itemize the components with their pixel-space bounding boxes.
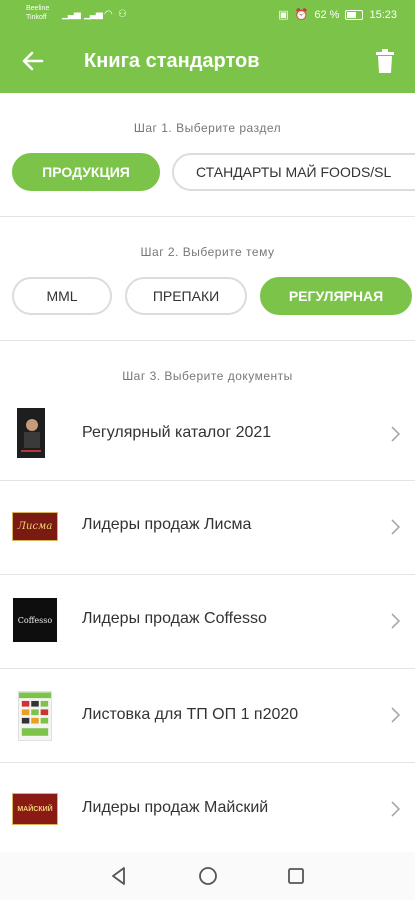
mayskiy-thumbnail: МАЙСКИЙ xyxy=(12,793,58,825)
divider xyxy=(0,340,415,341)
nfc-icon: ▣ xyxy=(278,9,289,21)
document-row-leaflet[interactable]: Листовка для ТП ОП 1 п2020 xyxy=(0,669,415,761)
catalog-thumbnail xyxy=(17,408,45,458)
trash-icon[interactable] xyxy=(375,49,395,73)
battery-percent: 62 % xyxy=(314,8,340,21)
signal-icon: ▁▃▅ xyxy=(62,9,81,19)
chevron-right-icon xyxy=(391,613,401,629)
carrier-1: Beeline xyxy=(26,5,50,12)
signal-icon: ▁▃▅ xyxy=(84,9,103,19)
carrier-2: Tinkoff xyxy=(26,14,47,21)
clock: 15:23 xyxy=(369,8,397,21)
page-title: Книга стандартов xyxy=(84,50,260,72)
home-circle-icon[interactable] xyxy=(196,864,220,888)
document-row-lisma[interactable]: Лисма Лидеры продаж Лисма xyxy=(0,481,415,573)
document-title: Лидеры продаж Лисма xyxy=(82,516,252,533)
document-row-mayskiy[interactable]: МАЙСКИЙ Лидеры продаж Майский xyxy=(0,763,415,855)
chip-prepacks[interactable]: ПРЕПАКИ xyxy=(125,277,247,315)
document-title: Листовка для ТП ОП 1 п2020 xyxy=(82,706,299,723)
chip-standards[interactable]: СТАНДАРТЫ МАЙ FOODS/SL xyxy=(172,153,415,191)
chip-products[interactable]: ПРОДУКЦИЯ xyxy=(12,153,160,191)
status-bar: Beeline Tinkoff ▁▃▅ ▁▃▅ ◠ ⚇ ▣ ⏰ 62 % 15:… xyxy=(0,0,415,30)
document-title: Регулярный каталог 2021 xyxy=(82,424,272,441)
leaflet-thumbnail xyxy=(18,691,52,741)
chip-regular[interactable]: РЕГУЛЯРНАЯ xyxy=(260,277,412,315)
status-right: ▣ ⏰ 62 % 15:23 xyxy=(278,8,397,22)
step3-label: Шаг 3. Выберите документы xyxy=(122,369,293,383)
carrier-info: Beeline Tinkoff xyxy=(26,4,49,22)
app-bar: Книга стандартов xyxy=(0,30,415,93)
top-bar: Beeline Tinkoff ▁▃▅ ▁▃▅ ◠ ⚇ ▣ ⏰ 62 % 15:… xyxy=(0,0,415,93)
battery-icon xyxy=(345,9,364,20)
document-title: Лидеры продаж Coffesso xyxy=(82,610,267,627)
chevron-right-icon xyxy=(391,801,401,817)
step2-label: Шаг 2. Выберите тему xyxy=(140,245,275,259)
notification-icon: ⚇ xyxy=(118,9,127,20)
chevron-right-icon xyxy=(391,707,401,723)
chevron-right-icon xyxy=(391,519,401,535)
chip-mml[interactable]: MML xyxy=(12,277,112,315)
chevron-right-icon xyxy=(391,426,401,442)
divider xyxy=(0,216,415,217)
step1-label: Шаг 1. Выберите раздел xyxy=(133,121,282,135)
document-row-coffesso[interactable]: Coffesso Лидеры продаж Coffesso xyxy=(0,575,415,667)
back-triangle-icon[interactable] xyxy=(107,864,131,888)
document-title: Лидеры продаж Майский xyxy=(82,799,269,816)
recents-square-icon[interactable] xyxy=(284,864,308,888)
arrow-left-icon[interactable] xyxy=(20,48,46,74)
document-row-regular-catalog[interactable]: Регулярный каталог 2021 xyxy=(0,388,415,480)
coffesso-thumbnail: Coffesso xyxy=(13,598,57,642)
system-nav-bar xyxy=(0,852,415,900)
wifi-icon: ◠ xyxy=(104,9,113,20)
alarm-icon: ⏰ xyxy=(294,9,309,21)
lisma-thumbnail: Лисма xyxy=(12,512,58,541)
